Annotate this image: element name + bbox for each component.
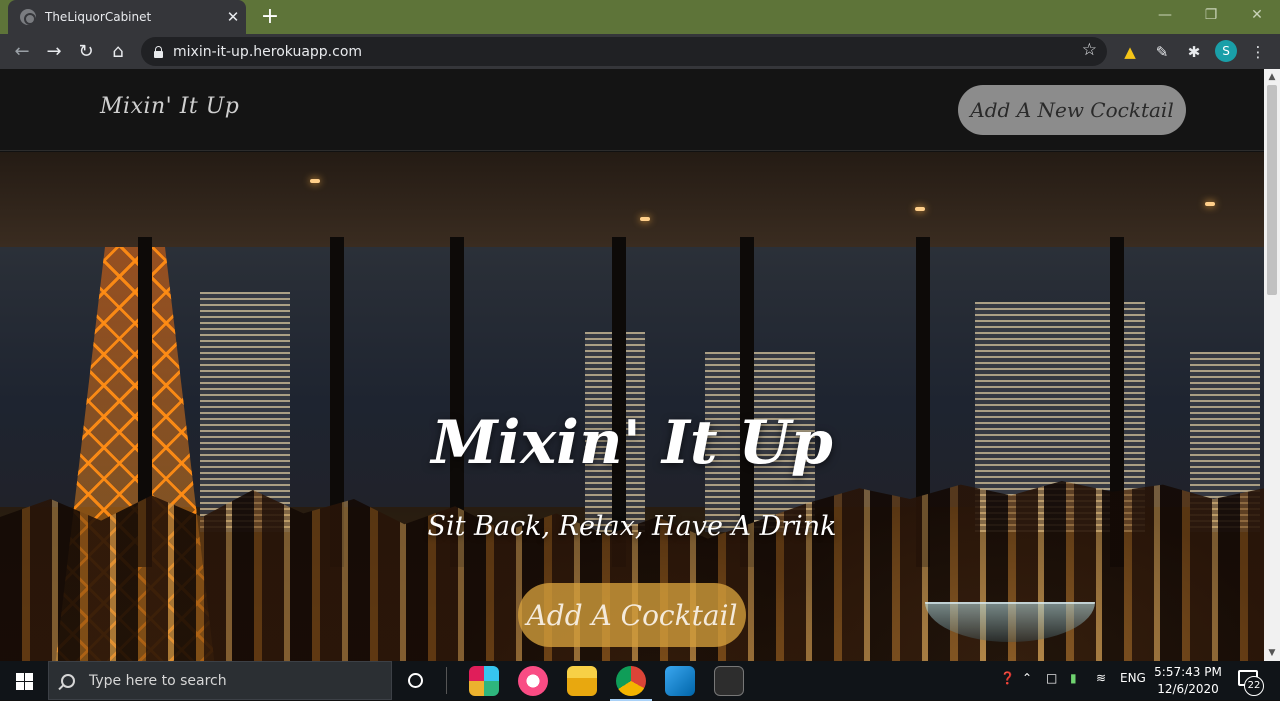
home-icon[interactable]: ⌂ xyxy=(104,38,132,66)
scroll-up-icon[interactable]: ▲ xyxy=(1264,69,1280,85)
battery-icon[interactable]: ▮ xyxy=(1070,671,1077,685)
profile-avatar[interactable]: S xyxy=(1215,40,1237,62)
windows-start-icon[interactable] xyxy=(0,661,48,700)
wifi-icon[interactable]: ≋ xyxy=(1096,671,1106,685)
site-header: Mixin' It Up Add A New Cocktail xyxy=(0,69,1264,151)
scroll-thumb[interactable] xyxy=(1267,85,1277,295)
show-hidden-icons[interactable]: ⌃ xyxy=(1022,671,1032,685)
tab-title: TheLiquorCabinet xyxy=(45,10,152,24)
url-text: mixin-it-up.herokuapp.com xyxy=(173,43,363,60)
terminal-icon[interactable] xyxy=(714,666,744,696)
minimize-icon[interactable]: — xyxy=(1142,0,1188,30)
cheese-extension-icon[interactable]: ▲ xyxy=(1118,40,1142,64)
search-icon xyxy=(61,673,75,688)
menu-dots-icon[interactable]: ⋮ xyxy=(1246,40,1270,64)
tab-close-icon[interactable]: ✕ xyxy=(220,8,246,26)
pen-extension-icon[interactable]: ✎ xyxy=(1150,40,1174,64)
taskbar-search-input[interactable]: Type here to search xyxy=(48,661,392,700)
forward-arrow-icon[interactable]: → xyxy=(40,38,68,66)
scroll-down-icon[interactable]: ▼ xyxy=(1264,645,1280,661)
taskbar-divider xyxy=(446,667,447,694)
reload-icon[interactable]: ↻ xyxy=(72,38,100,66)
lock-icon xyxy=(153,45,163,58)
restore-icon[interactable]: ❐ xyxy=(1188,0,1234,30)
page-scrollbar[interactable]: ▲ ▼ xyxy=(1264,69,1280,661)
file-explorer-icon[interactable] xyxy=(567,666,597,696)
globe-icon xyxy=(20,9,36,25)
device-icon[interactable]: □ xyxy=(1046,671,1057,685)
page-viewport: Mixin' It Up Add A New Cocktail Mixin' I… xyxy=(0,69,1264,661)
new-tab-button[interactable]: + xyxy=(256,4,284,30)
cortana-icon[interactable] xyxy=(408,673,423,688)
slack-icon[interactable] xyxy=(469,666,499,696)
ceiling-light xyxy=(310,179,320,183)
address-bar[interactable]: mixin-it-up.herokuapp.com ☆ xyxy=(141,37,1107,66)
bar-ceiling xyxy=(0,152,1264,247)
ceiling-light xyxy=(640,217,650,221)
add-cocktail-button[interactable]: Add A Cocktail xyxy=(518,583,746,647)
itunes-icon[interactable] xyxy=(518,666,548,696)
browser-toolbar: ← → ↻ ⌂ mixin-it-up.herokuapp.com ☆ ▲ ✎ … xyxy=(0,34,1280,69)
browser-tabbar: TheLiquorCabinet ✕ + — ❐ ✕ xyxy=(0,0,1280,34)
puzzle-icon[interactable]: ✱ xyxy=(1182,40,1206,64)
hero-title: Mixin' It Up xyxy=(431,408,833,478)
clock-date: 12/6/2020 xyxy=(1157,682,1219,696)
site-brand[interactable]: Mixin' It Up xyxy=(100,94,239,119)
search-placeholder: Type here to search xyxy=(89,672,227,689)
clock-time: 5:57:43 PM xyxy=(1154,665,1222,679)
back-arrow-icon[interactable]: ← xyxy=(8,38,36,66)
star-icon[interactable]: ☆ xyxy=(1082,40,1097,60)
browser-tab[interactable]: TheLiquorCabinet ✕ xyxy=(8,0,246,34)
hero-subtitle: Sit Back, Relax, Have A Drink xyxy=(427,511,837,542)
vscode-icon[interactable] xyxy=(665,666,695,696)
help-icon[interactable]: ❓ xyxy=(1000,671,1015,685)
window-close-icon[interactable]: ✕ xyxy=(1234,0,1280,30)
ceiling-light xyxy=(915,207,925,211)
language-indicator[interactable]: ENG xyxy=(1120,671,1146,685)
taskbar-clock[interactable]: 5:57:43 PM 12/6/2020 xyxy=(1150,664,1226,698)
add-new-cocktail-button[interactable]: Add A New Cocktail xyxy=(958,85,1186,135)
ceiling-light xyxy=(1205,202,1215,206)
hero-section: Mixin' It Up Sit Back, Relax, Have A Dri… xyxy=(0,152,1264,661)
chrome-icon[interactable] xyxy=(610,666,652,701)
notification-badge: 22 xyxy=(1244,676,1264,696)
windows-taskbar: Type here to search ❓ ⌃ □ ▮ ≋ ENG 5:57:4… xyxy=(0,661,1280,701)
